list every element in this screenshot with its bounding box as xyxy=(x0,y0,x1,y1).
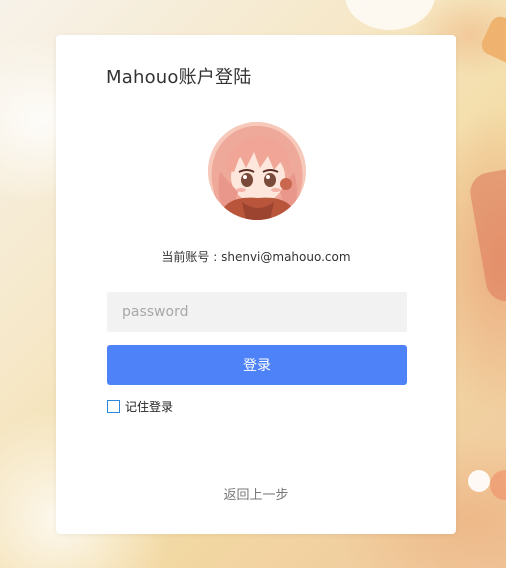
account-label: 当前账号 : xyxy=(161,250,222,264)
background-shape xyxy=(345,0,435,30)
back-link[interactable]: 返回上一步 xyxy=(56,484,456,503)
remember-checkbox[interactable] xyxy=(107,400,120,413)
avatar xyxy=(208,122,306,220)
background-shape xyxy=(490,470,506,500)
anime-girl-avatar-icon xyxy=(208,122,306,220)
page-title: Mahouo账户登陆 xyxy=(106,67,252,88)
login-card: Mahouo账户登陆 当前账号: shenvi@mahouo.com 登录 记… xyxy=(56,35,456,534)
background-shape xyxy=(478,13,506,67)
background-shape xyxy=(467,165,506,305)
account-email: shenvi@mahouo.com xyxy=(221,250,351,264)
password-input[interactable] xyxy=(107,292,407,332)
remember-login-toggle[interactable]: 记住登录 xyxy=(107,398,173,415)
login-button[interactable]: 登录 xyxy=(107,345,407,385)
remember-label: 记住登录 xyxy=(125,400,174,414)
background-shape xyxy=(468,470,490,492)
current-account: 当前账号 : shenvi@mahouo.com xyxy=(56,248,456,265)
